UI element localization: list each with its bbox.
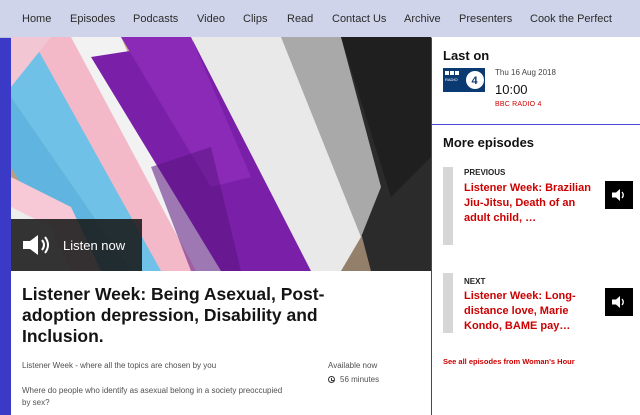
more-episodes-heading: More episodes bbox=[443, 135, 535, 150]
episode-title: Listener Week: Being Asexual, Post-adopt… bbox=[22, 284, 325, 346]
duration-text: 56 minutes bbox=[340, 375, 380, 384]
nav-presenters[interactable]: Presenters bbox=[459, 13, 512, 25]
next-episode-thumbnail[interactable] bbox=[443, 273, 453, 333]
availability-status: Available now bbox=[328, 361, 378, 370]
listen-now-button[interactable]: Listen now bbox=[11, 219, 142, 271]
speaker-icon bbox=[612, 296, 624, 308]
speaker-icon bbox=[612, 189, 624, 201]
listen-now-label: Listen now bbox=[63, 238, 126, 253]
speaker-icon bbox=[23, 235, 49, 255]
top-navigation: Home Episodes Podcasts Video Clips Read … bbox=[0, 0, 640, 38]
nav-read[interactable]: Read bbox=[287, 13, 313, 25]
nav-contact-us[interactable]: Contact Us bbox=[332, 13, 386, 25]
episode-short-synopsis: Listener Week - where all the topics are… bbox=[22, 361, 217, 370]
nav-episodes[interactable]: Episodes bbox=[70, 13, 115, 25]
next-episode-link[interactable]: Listener Week: Long-distance love, Marie… bbox=[464, 289, 604, 334]
see-all-episodes-link[interactable]: See all episodes from Woman's Hour bbox=[443, 357, 575, 366]
sidebar-divider bbox=[432, 124, 640, 125]
episode-hero-image[interactable]: Listen now bbox=[11, 37, 431, 271]
episode-main-panel: Listen now Listener Week: Being Asexual,… bbox=[11, 37, 431, 415]
sidebar: Last on RADIO 4 Thu 16 Aug 2018 10:00 BB… bbox=[432, 37, 640, 415]
svg-text:RADIO: RADIO bbox=[445, 77, 458, 82]
next-label: NEXT bbox=[464, 277, 486, 286]
last-on-date: Thu 16 Aug 2018 bbox=[495, 68, 556, 77]
last-on-heading: Last on bbox=[443, 48, 490, 63]
last-on-time: 10:00 bbox=[495, 82, 528, 97]
nav-podcasts[interactable]: Podcasts bbox=[133, 13, 178, 25]
last-on-station[interactable]: BBC RADIO 4 bbox=[495, 101, 542, 108]
nav-home[interactable]: Home bbox=[22, 13, 51, 25]
episode-duration: 56 minutes bbox=[328, 375, 379, 384]
episode-description: Where do people who identify as asexual … bbox=[22, 386, 283, 407]
nav-video[interactable]: Video bbox=[197, 13, 225, 25]
nav-cook-the-perfect[interactable]: Cook the Perfect bbox=[530, 13, 612, 25]
svg-text:4: 4 bbox=[472, 75, 479, 87]
previous-episode-thumbnail[interactable] bbox=[443, 167, 453, 245]
nav-archive[interactable]: Archive bbox=[404, 13, 441, 25]
previous-play-button[interactable] bbox=[605, 181, 633, 209]
previous-label: PREVIOUS bbox=[464, 168, 506, 177]
bbc-radio-4-logo[interactable]: RADIO 4 bbox=[443, 68, 485, 92]
nav-clips[interactable]: Clips bbox=[243, 13, 267, 25]
next-play-button[interactable] bbox=[605, 288, 633, 316]
previous-episode-link[interactable]: Listener Week: Brazilian Jiu-Jitsu, Deat… bbox=[464, 181, 604, 226]
clock-icon bbox=[328, 376, 335, 383]
